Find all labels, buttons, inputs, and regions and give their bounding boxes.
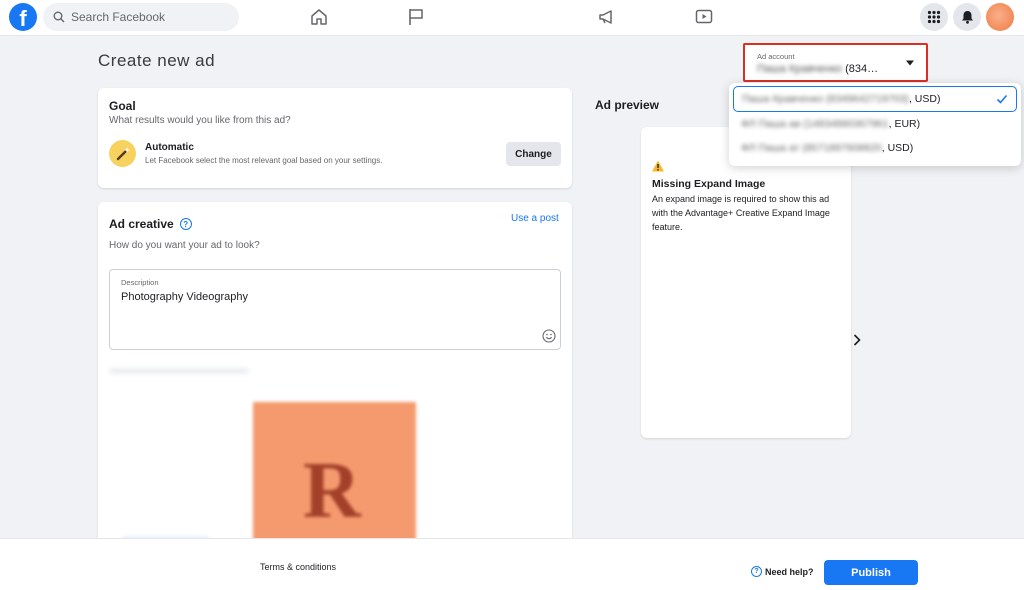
check-icon — [996, 94, 1008, 104]
ad-account-option[interactable]: ФЛ Паша ат (8571897608820 , USD) — [733, 135, 1017, 161]
ad-creative-subtitle: How do you want your ad to look? — [109, 240, 260, 251]
page-title: Create new ad — [98, 51, 216, 70]
ad-account-id-suffix: (834… — [845, 63, 879, 75]
ad-account-dropdown: Паша Кравченко (8349642719703) , USD) ФЛ… — [729, 83, 1021, 166]
option-account-name: Паша Кравченко (8349642719703) — [742, 93, 909, 105]
option-account-name: ФЛ Паша ат (8571897608820 — [741, 142, 882, 154]
ad-preview-card: Missing Expand Image An expand image is … — [641, 127, 851, 438]
chevron-right-icon[interactable] — [852, 333, 862, 347]
ad-account-name: Паша Кравченко — [757, 63, 842, 75]
thumbnail-logo-letter: R — [303, 447, 361, 535]
goal-option-name: Automatic — [145, 142, 194, 153]
ad-creative-title: Ad creative — [109, 217, 174, 231]
ad-account-option[interactable]: Паша Кравченко (8349642719703) , USD) — [733, 86, 1017, 112]
need-help-link[interactable]: ? Need help? — [751, 566, 814, 577]
bell-icon[interactable] — [953, 3, 981, 31]
search-icon — [53, 11, 65, 23]
ad-account-select[interactable]: Ad account Паша Кравченко (834… — [743, 43, 928, 82]
help-icon[interactable]: ? — [179, 218, 192, 230]
warning-icon — [652, 160, 664, 172]
emoji-icon[interactable] — [542, 329, 556, 343]
change-goal-button[interactable]: Change — [506, 142, 561, 166]
use-a-post-link[interactable]: Use a post — [511, 213, 559, 224]
preview-warning-title: Missing Expand Image — [652, 178, 766, 190]
description-input[interactable]: Photography Videography — [121, 291, 248, 303]
ad-creative-header: Ad creative ? — [109, 217, 192, 231]
ad-account-option[interactable]: ФЛ Паша ав (14834880367961 , EUR) — [733, 111, 1017, 137]
ad-preview-title: Ad preview — [595, 98, 660, 112]
preview-warning-body: An expand image is required to show this… — [652, 194, 830, 232]
goal-title: Goal — [109, 99, 136, 113]
publish-button[interactable]: Publish — [824, 560, 918, 585]
help-icon: ? — [751, 566, 762, 577]
ad-account-value: Паша Кравченко (834… — [757, 63, 878, 75]
blurred-section-label — [109, 368, 249, 374]
option-account-name: ФЛ Паша ав (14834880367961 — [741, 118, 889, 130]
flag-icon[interactable] — [405, 6, 427, 28]
megaphone-icon[interactable] — [596, 6, 618, 28]
description-field[interactable]: Description Photography Videography — [109, 269, 561, 350]
caret-down-icon — [906, 60, 914, 66]
facebook-logo[interactable]: f — [9, 3, 37, 31]
description-label: Description — [121, 278, 159, 287]
ad-account-label: Ad account — [757, 52, 795, 61]
home-icon[interactable] — [308, 6, 330, 28]
ad-creative-card: Ad creative ? Use a post How do you want… — [98, 202, 572, 562]
top-navigation-bar: f — [0, 0, 1024, 36]
magic-wand-icon — [109, 140, 136, 167]
goal-card: Goal What results would you like from th… — [98, 88, 572, 188]
option-currency: , USD) — [908, 93, 941, 105]
footer-bar: Terms & conditions ? Need help? Publish — [0, 538, 1024, 590]
goal-subtitle: What results would you like from this ad… — [109, 115, 291, 126]
goal-option-description: Let Facebook select the most relevant go… — [145, 156, 383, 165]
terms-link[interactable]: Terms & conditions — [260, 562, 336, 572]
apps-grid-icon[interactable] — [920, 3, 948, 31]
avatar[interactable] — [986, 3, 1014, 31]
search-input[interactable] — [71, 10, 231, 24]
video-icon[interactable] — [693, 6, 715, 28]
option-currency: , USD) — [881, 142, 914, 154]
option-currency: , EUR) — [888, 118, 921, 130]
need-help-label: Need help? — [765, 566, 814, 577]
search-box[interactable] — [43, 3, 239, 31]
